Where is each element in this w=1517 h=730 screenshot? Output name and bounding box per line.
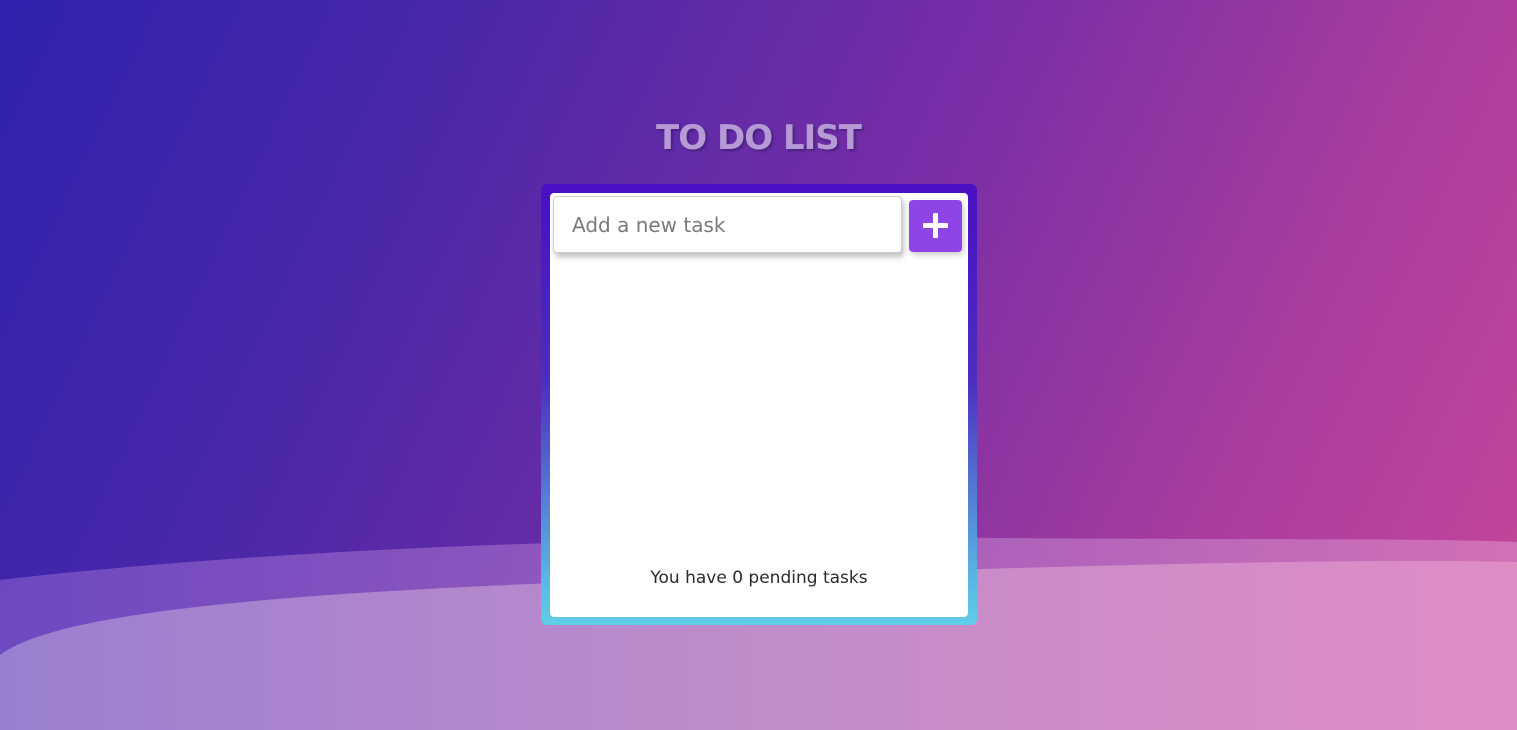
task-list: [553, 263, 963, 553]
page-title: TO DO LIST: [656, 118, 862, 158]
todo-card: You have 0 pending tasks: [550, 193, 968, 617]
plus-icon: [923, 213, 948, 238]
todo-card-frame: You have 0 pending tasks: [541, 184, 977, 625]
pending-tasks-count: You have 0 pending tasks: [650, 568, 868, 588]
add-task-button[interactable]: [909, 200, 962, 252]
new-task-input[interactable]: [553, 196, 902, 253]
